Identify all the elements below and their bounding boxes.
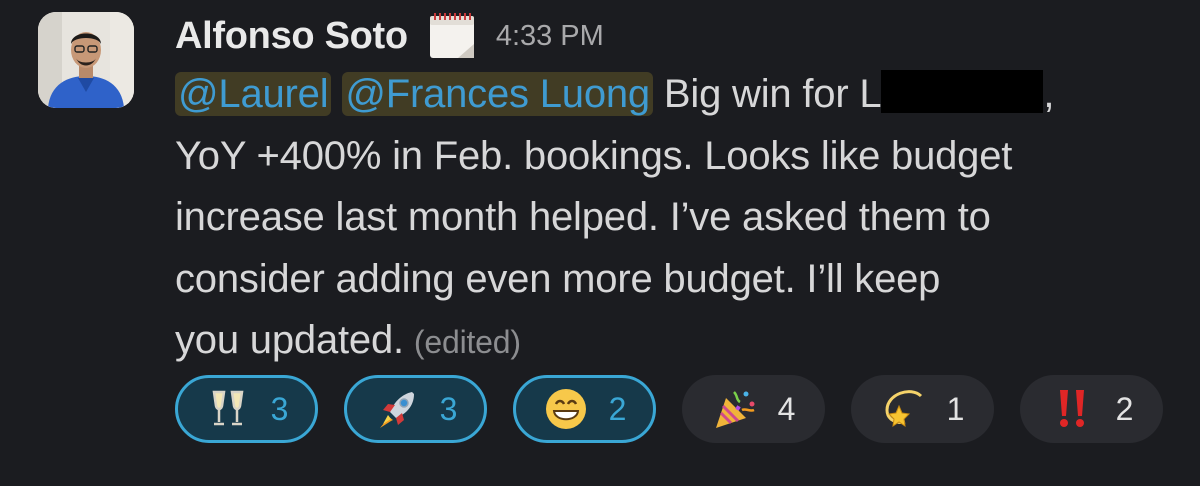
reaction-champagne[interactable]: 3 xyxy=(175,375,318,443)
reaction-rocket[interactable]: 3 xyxy=(344,375,487,443)
double-exclamation-icon xyxy=(1050,386,1096,432)
party-popper-icon xyxy=(712,386,758,432)
rocket-icon xyxy=(374,386,420,432)
avatar-photo xyxy=(38,12,134,108)
dizzy-star-icon xyxy=(881,386,927,432)
edited-label: (edited) xyxy=(413,324,521,360)
reaction-count: 3 xyxy=(270,390,289,427)
reaction-count: 3 xyxy=(439,390,458,427)
author-name[interactable]: Alfonso Soto xyxy=(175,15,408,58)
mention-laurel[interactable]: @Laurel xyxy=(175,72,332,116)
message-line: increase last month helped. I’ve asked t… xyxy=(175,195,991,239)
mention-frances-luong[interactable]: @Frances Luong xyxy=(342,72,653,116)
grinning-face-icon xyxy=(543,386,589,432)
reaction-count: 2 xyxy=(608,390,627,427)
reaction-count: 2 xyxy=(1115,390,1134,427)
message-body: @Laurel @Frances Luong Big win for L, Yo… xyxy=(175,64,1175,374)
reaction-dizzy[interactable]: 1 xyxy=(851,375,994,443)
timestamp[interactable]: 4:33 PM xyxy=(496,20,604,53)
message-line: consider adding even more budget. I’ll k… xyxy=(175,256,941,301)
avatar[interactable] xyxy=(38,12,134,108)
reaction-grinning-face[interactable]: 2 xyxy=(513,375,656,443)
message-line: @Laurel @Frances Luong Big win for L, xyxy=(175,64,1175,126)
reaction-double-exclamation[interactable]: 2 xyxy=(1020,375,1163,443)
message-text: , xyxy=(1043,72,1055,116)
message-line: you updated. (edited) xyxy=(175,310,1175,374)
message-line: YoY +400% in Feb. bookings. Looks like b… xyxy=(175,133,1013,178)
message-text: Big win for L xyxy=(663,72,882,116)
reactions-bar: 3 3 2 4 1 2 xyxy=(175,375,1163,443)
reaction-count: 4 xyxy=(777,390,796,427)
message-text: you updated. xyxy=(175,318,404,362)
redaction-box xyxy=(881,70,1044,113)
calendar-status-icon[interactable] xyxy=(426,10,478,62)
champagne-glasses-icon xyxy=(205,386,251,432)
reaction-party-popper[interactable]: 4 xyxy=(682,375,825,443)
message: Alfonso Soto 4:33 PM @Laurel @Frances Lu… xyxy=(0,0,1200,486)
message-header: Alfonso Soto 4:33 PM xyxy=(175,10,604,62)
reaction-count: 1 xyxy=(946,390,965,427)
